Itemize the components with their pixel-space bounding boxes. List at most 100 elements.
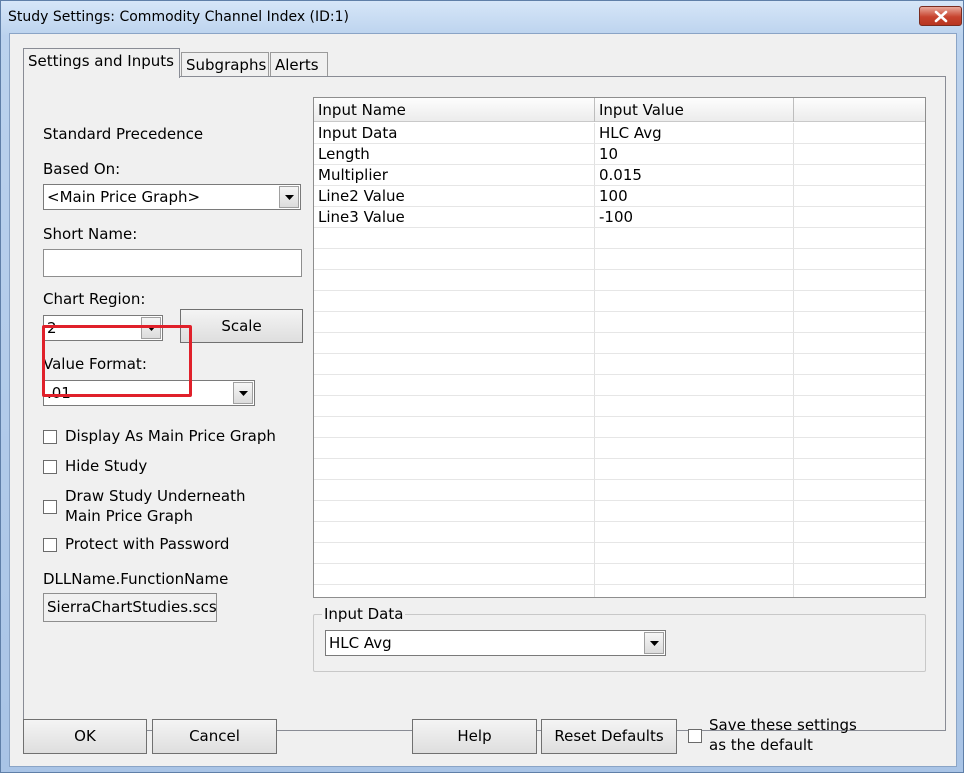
tab-subgraphs[interactable]: Subgraphs xyxy=(181,52,269,78)
input-name-cell[interactable]: Length xyxy=(314,144,595,165)
empty-cell[interactable] xyxy=(314,585,595,597)
empty-cell[interactable] xyxy=(314,438,595,459)
ok-button[interactable]: OK xyxy=(23,719,147,754)
empty-cell[interactable] xyxy=(595,333,794,354)
empty-cell[interactable] xyxy=(595,459,794,480)
empty-cell[interactable] xyxy=(314,480,595,501)
empty-cell[interactable] xyxy=(595,270,794,291)
empty-cell[interactable] xyxy=(314,270,595,291)
empty-cell[interactable] xyxy=(595,501,794,522)
cancel-button[interactable]: Cancel xyxy=(152,719,277,754)
table-row[interactable] xyxy=(314,501,925,522)
draw-underneath-checkbox[interactable] xyxy=(43,500,57,514)
table-row[interactable] xyxy=(314,417,925,438)
empty-cell[interactable] xyxy=(595,585,794,597)
help-button[interactable]: Help xyxy=(412,719,537,754)
empty-cell[interactable] xyxy=(595,522,794,543)
table-row[interactable] xyxy=(314,312,925,333)
tab-alerts[interactable]: Alerts xyxy=(270,52,328,78)
input-value-cell[interactable]: 10 xyxy=(595,144,794,165)
dropdown-button[interactable] xyxy=(279,186,299,208)
input-value-cell[interactable]: 0.015 xyxy=(595,165,794,186)
input-name-cell[interactable]: Multiplier xyxy=(314,165,595,186)
table-row[interactable] xyxy=(314,459,925,480)
empty-cell[interactable] xyxy=(595,228,794,249)
empty-cell[interactable] xyxy=(595,375,794,396)
empty-cell[interactable] xyxy=(314,417,595,438)
empty-cell[interactable] xyxy=(794,396,925,417)
empty-cell[interactable] xyxy=(314,291,595,312)
empty-cell[interactable] xyxy=(794,564,925,585)
empty-cell[interactable] xyxy=(794,459,925,480)
display-as-main-checkbox[interactable] xyxy=(43,430,57,444)
empty-cell[interactable] xyxy=(314,396,595,417)
empty-cell[interactable] xyxy=(314,564,595,585)
dll-field[interactable]: SierraChartStudies.scs xyxy=(43,593,217,622)
input-data-select[interactable]: HLC Avg xyxy=(325,630,666,656)
scale-button[interactable]: Scale xyxy=(180,309,303,343)
reset-defaults-button[interactable]: Reset Defaults xyxy=(541,719,677,754)
empty-cell[interactable] xyxy=(595,543,794,564)
input-value-cell[interactable]: 100 xyxy=(595,186,794,207)
empty-cell[interactable] xyxy=(794,333,925,354)
empty-cell[interactable] xyxy=(794,585,925,597)
empty-cell[interactable] xyxy=(314,459,595,480)
empty-cell[interactable] xyxy=(794,375,925,396)
empty-cell[interactable] xyxy=(595,564,794,585)
close-button[interactable] xyxy=(919,6,962,26)
empty-cell[interactable] xyxy=(794,354,925,375)
table-row[interactable] xyxy=(314,438,925,459)
save-default-checkbox[interactable] xyxy=(688,729,702,743)
empty-cell[interactable] xyxy=(595,480,794,501)
empty-cell[interactable] xyxy=(595,291,794,312)
empty-cell[interactable] xyxy=(794,522,925,543)
input-name-cell[interactable]: Line2 Value xyxy=(314,186,595,207)
empty-cell[interactable] xyxy=(794,312,925,333)
empty-cell[interactable] xyxy=(794,144,925,165)
header-input-name[interactable]: Input Name xyxy=(314,98,595,122)
empty-cell[interactable] xyxy=(595,417,794,438)
empty-cell[interactable] xyxy=(314,354,595,375)
empty-cell[interactable] xyxy=(314,543,595,564)
empty-cell[interactable] xyxy=(595,438,794,459)
empty-cell[interactable] xyxy=(794,123,925,144)
empty-cell[interactable] xyxy=(794,291,925,312)
empty-cell[interactable] xyxy=(314,501,595,522)
protect-password-checkbox[interactable] xyxy=(43,538,57,552)
table-row[interactable]: Input Data HLC Avg xyxy=(314,123,925,144)
table-row[interactable] xyxy=(314,333,925,354)
dropdown-button[interactable] xyxy=(644,632,664,654)
empty-cell[interactable] xyxy=(794,165,925,186)
table-row[interactable] xyxy=(314,270,925,291)
table-row[interactable] xyxy=(314,228,925,249)
empty-cell[interactable] xyxy=(794,207,925,228)
input-value-cell[interactable]: HLC Avg xyxy=(595,123,794,144)
table-row[interactable]: Line2 Value 100 xyxy=(314,186,925,207)
table-row[interactable] xyxy=(314,543,925,564)
short-name-input[interactable] xyxy=(43,249,302,277)
table-row[interactable] xyxy=(314,249,925,270)
empty-cell[interactable] xyxy=(314,522,595,543)
table-row[interactable] xyxy=(314,291,925,312)
table-row[interactable] xyxy=(314,585,925,597)
empty-cell[interactable] xyxy=(794,186,925,207)
table-row[interactable] xyxy=(314,375,925,396)
empty-cell[interactable] xyxy=(314,312,595,333)
empty-cell[interactable] xyxy=(595,396,794,417)
empty-cell[interactable] xyxy=(314,228,595,249)
input-value-cell[interactable]: -100 xyxy=(595,207,794,228)
empty-cell[interactable] xyxy=(314,333,595,354)
empty-cell[interactable] xyxy=(314,375,595,396)
empty-cell[interactable] xyxy=(794,270,925,291)
title-bar[interactable]: Study Settings: Commodity Channel Index … xyxy=(1,1,963,35)
hide-study-checkbox[interactable] xyxy=(43,460,57,474)
table-row[interactable] xyxy=(314,564,925,585)
empty-cell[interactable] xyxy=(595,354,794,375)
empty-cell[interactable] xyxy=(595,249,794,270)
input-name-cell[interactable]: Input Data xyxy=(314,123,595,144)
table-row[interactable] xyxy=(314,522,925,543)
table-row[interactable] xyxy=(314,354,925,375)
empty-cell[interactable] xyxy=(314,249,595,270)
header-input-value[interactable]: Input Value xyxy=(595,98,794,122)
table-row[interactable] xyxy=(314,396,925,417)
